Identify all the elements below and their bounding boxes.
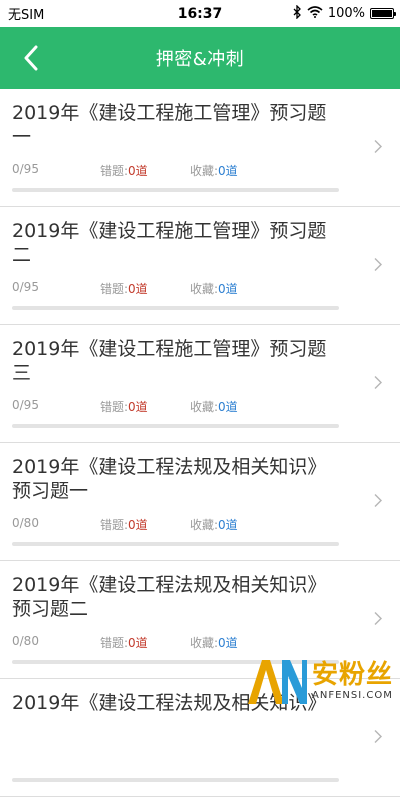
- exercise-progress-bar: [12, 306, 339, 310]
- favorite-value: 0道: [218, 164, 238, 178]
- favorite-count: 收藏:0道: [190, 398, 238, 415]
- status-icons: 100%: [293, 5, 394, 23]
- exercise-list-item[interactable]: 2019年《建设工程施工管理》预习题一 0/95 错题:0道 收藏:0道: [0, 89, 400, 207]
- watermark-en: ANFENSI.COM: [312, 691, 393, 701]
- exercise-meta: 0/80 错题:0道 收藏:0道: [12, 634, 342, 650]
- exercise-title: 2019年《建设工程法规及相关知识》预习题一: [12, 455, 342, 503]
- chevron-left-icon: [23, 45, 39, 71]
- exercise-progress: 0/95: [12, 162, 39, 176]
- exercise-meta: 0/95 错题:0道 收藏:0道: [12, 280, 342, 296]
- exercise-progress: 0/80: [12, 634, 39, 648]
- chevron-right-icon: [374, 374, 382, 393]
- wrong-count: 错题:0道: [100, 280, 148, 297]
- header-bar: 押密&冲刺: [0, 27, 400, 89]
- back-button[interactable]: [14, 41, 48, 75]
- favorite-value: 0道: [218, 636, 238, 650]
- exercise-progress-bar: [12, 542, 339, 546]
- favorite-count: 收藏:0道: [190, 280, 238, 297]
- site-watermark: 安粉丝 ANFENSI.COM: [246, 655, 398, 707]
- exercise-progress: 0/95: [12, 280, 39, 294]
- exercise-progress-bar: [12, 424, 339, 428]
- status-bar: 无SIM 16:37 100%: [0, 0, 400, 27]
- wrong-value: 0道: [128, 518, 148, 532]
- exercise-title: 2019年《建设工程施工管理》预习题二: [12, 219, 342, 267]
- wrong-value: 0道: [128, 400, 148, 414]
- wifi-icon: [307, 6, 323, 22]
- favorite-count: 收藏:0道: [190, 162, 238, 179]
- exercise-meta: 0/95 错题:0道 收藏:0道: [12, 398, 342, 414]
- carrier-label: 无SIM: [8, 4, 44, 23]
- chevron-right-icon: [374, 492, 382, 511]
- chevron-right-icon: [374, 256, 382, 275]
- wrong-label: 错题:: [100, 518, 128, 532]
- exercise-progress: 0/80: [12, 516, 39, 530]
- exercise-progress: 0/95: [12, 398, 39, 412]
- battery-percent: 100%: [328, 6, 365, 21]
- exercise-title: 2019年《建设工程施工管理》预习题一: [12, 101, 342, 149]
- wrong-count: 错题:0道: [100, 634, 148, 651]
- favorite-value: 0道: [218, 518, 238, 532]
- exercise-progress-bar: [12, 778, 339, 782]
- page-title: 押密&冲刺: [156, 45, 245, 71]
- chevron-right-icon: [374, 728, 382, 747]
- exercise-list-item[interactable]: 2019年《建设工程施工管理》预习题三 0/95 错题:0道 收藏:0道: [0, 325, 400, 443]
- wrong-count: 错题:0道: [100, 516, 148, 533]
- battery-icon: [370, 8, 394, 19]
- wrong-label: 错题:: [100, 636, 128, 650]
- favorite-value: 0道: [218, 400, 238, 414]
- exercise-meta: 0/95 错题:0道 收藏:0道: [12, 162, 342, 178]
- favorite-label: 收藏:: [190, 282, 218, 296]
- exercise-list-item[interactable]: 2019年《建设工程施工管理》预习题二 0/95 错题:0道 收藏:0道: [0, 207, 400, 325]
- an-logo-icon: [246, 656, 308, 706]
- wrong-label: 错题:: [100, 164, 128, 178]
- favorite-label: 收藏:: [190, 636, 218, 650]
- exercise-list-item[interactable]: 2019年《建设工程法规及相关知识》预习题一 0/80 错题:0道 收藏:0道: [0, 443, 400, 561]
- favorite-count: 收藏:0道: [190, 516, 238, 533]
- exercise-title: 2019年《建设工程施工管理》预习题三: [12, 337, 342, 385]
- chevron-right-icon: [374, 610, 382, 629]
- favorite-label: 收藏:: [190, 400, 218, 414]
- wrong-value: 0道: [128, 164, 148, 178]
- wrong-value: 0道: [128, 282, 148, 296]
- wrong-label: 错题:: [100, 400, 128, 414]
- exercise-meta: 0/80 错题:0道 收藏:0道: [12, 516, 342, 532]
- favorite-count: 收藏:0道: [190, 634, 238, 651]
- exercise-progress-bar: [12, 188, 339, 192]
- wrong-count: 错题:0道: [100, 398, 148, 415]
- favorite-label: 收藏:: [190, 518, 218, 532]
- chevron-right-icon: [374, 138, 382, 157]
- exercise-title: 2019年《建设工程法规及相关知识》预习题二: [12, 573, 342, 621]
- bluetooth-icon: [293, 5, 302, 23]
- favorite-label: 收藏:: [190, 164, 218, 178]
- watermark-cn: 安粉丝: [312, 662, 393, 688]
- wrong-value: 0道: [128, 636, 148, 650]
- wrong-count: 错题:0道: [100, 162, 148, 179]
- wrong-label: 错题:: [100, 282, 128, 296]
- favorite-value: 0道: [218, 282, 238, 296]
